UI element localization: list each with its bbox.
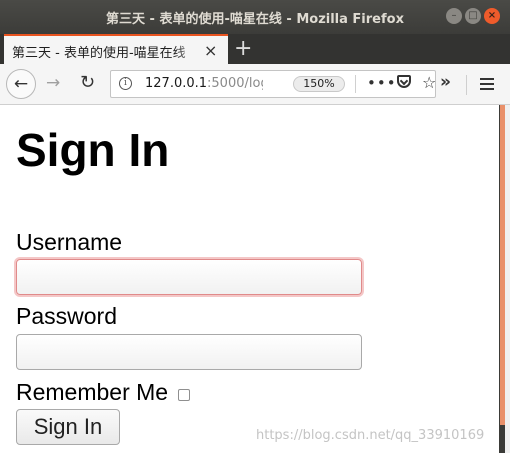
arrow-left-icon: ← <box>13 74 29 94</box>
remember-me-checkbox[interactable] <box>178 388 191 401</box>
arrow-right-icon: → <box>46 73 61 93</box>
tab-label: 第三天 - 表单的使用-喵星在线 <box>12 42 200 61</box>
url-bar[interactable]: i 127.0.0.1:5000/login 150% ••• ☆ <box>110 70 436 98</box>
password-field[interactable] <box>16 334 362 370</box>
url-host: 127.0.0.1 <box>145 76 208 91</box>
pocket-icon[interactable] <box>397 75 411 88</box>
close-window-button[interactable]: × <box>484 8 500 24</box>
back-button[interactable]: ← <box>6 69 36 99</box>
page-content: Sign In Username Password Remember Me Si… <box>0 105 499 453</box>
hamburger-menu-icon[interactable] <box>480 78 494 90</box>
tab-strip: 第三天 - 表单的使用-喵星在线 × + <box>0 34 510 64</box>
page-actions-more-icon[interactable]: ••• <box>367 74 397 92</box>
maximize-button[interactable]: □ <box>465 8 481 24</box>
toolbar-divider <box>466 75 467 95</box>
firefox-window: 第三天 - 表单的使用-喵星在线 - Mozilla Firefox – □ ×… <box>0 0 510 453</box>
url-bar-divider <box>355 75 356 93</box>
page-title: Sign In <box>16 124 170 176</box>
bookmark-star-icon[interactable]: ☆ <box>422 73 436 92</box>
password-label: Password <box>16 303 117 329</box>
sign-in-button[interactable]: Sign In <box>16 409 120 445</box>
watermark-text: https://blog.csdn.net/qq_33910169 <box>256 428 485 443</box>
tab-close-icon[interactable]: × <box>204 41 217 60</box>
title-bar: 第三天 - 表单的使用-喵星在线 - Mozilla Firefox – □ × <box>0 0 510 34</box>
tab-active[interactable]: 第三天 - 表单的使用-喵星在线 × <box>4 34 228 64</box>
toolbar-overflow-icon[interactable]: » <box>440 72 451 92</box>
zoom-level-badge[interactable]: 150% <box>293 76 345 92</box>
window-title: 第三天 - 表单的使用-喵星在线 - Mozilla Firefox <box>106 12 404 27</box>
remember-me-label: Remember Me <box>16 379 169 405</box>
remember-me-row: Remember Me <box>16 379 191 405</box>
url-path: :5000/login <box>207 76 263 91</box>
minimize-button[interactable]: – <box>446 8 462 24</box>
url-text[interactable]: 127.0.0.1:5000/login <box>145 76 263 91</box>
info-icon[interactable]: i <box>119 77 132 90</box>
reload-icon: ↻ <box>80 72 96 93</box>
new-tab-button[interactable]: + <box>234 36 252 61</box>
forward-button[interactable]: → <box>46 73 60 93</box>
reload-button[interactable]: ↻ <box>80 72 95 93</box>
navigation-toolbar: ← → ↻ i 127.0.0.1:5000/login 150% ••• ☆ … <box>0 64 510 105</box>
username-label: Username <box>16 229 123 255</box>
window-right-edge <box>505 105 510 453</box>
username-field[interactable] <box>16 259 362 295</box>
